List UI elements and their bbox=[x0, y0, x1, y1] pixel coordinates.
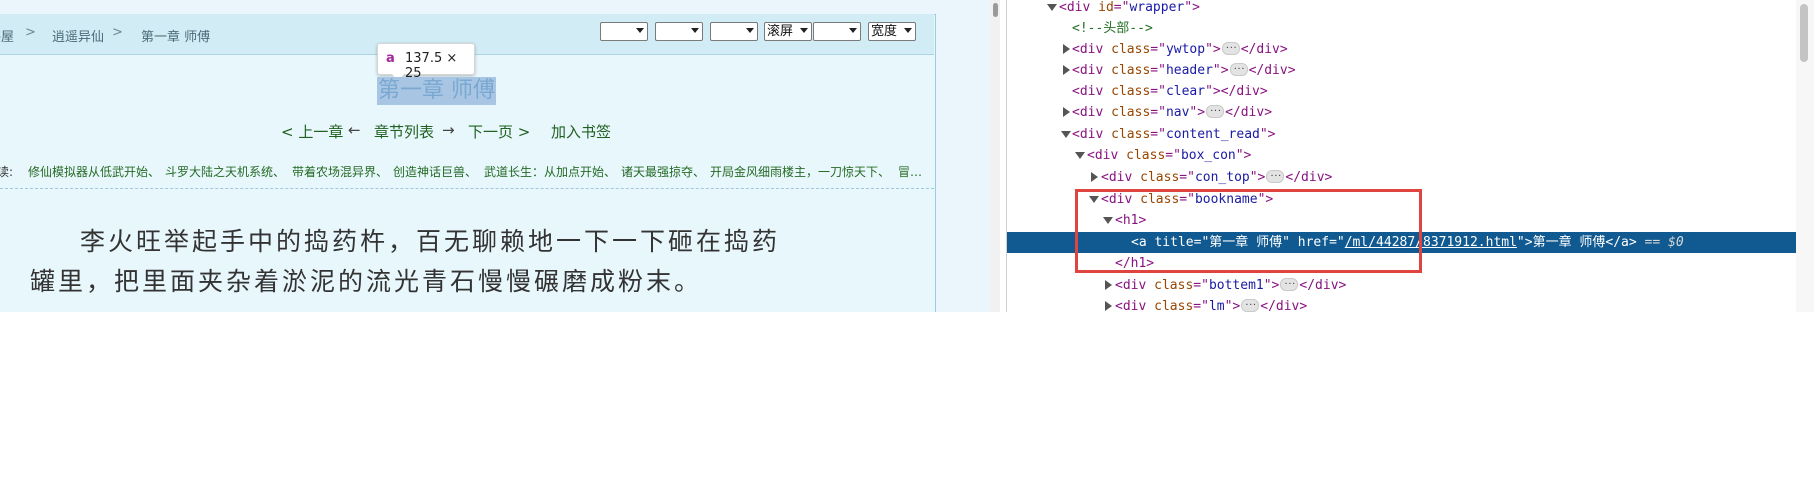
next-page-link[interactable]: 下一页 > bbox=[468, 121, 530, 142]
collapsed-triangle-icon[interactable] bbox=[1091, 172, 1098, 182]
add-bookmark-link[interactable]: 加入书签 bbox=[551, 121, 611, 142]
recommend-link[interactable]: 创造神话巨兽、 bbox=[393, 163, 477, 180]
arrow-left-glyph: ← bbox=[348, 121, 361, 139]
dom-node-row[interactable]: <div class="lm"> ··· </div> bbox=[1007, 296, 1797, 317]
chevron-down-icon bbox=[800, 28, 808, 33]
dom-node-row[interactable]: <div class="nav"> ··· </div> bbox=[1007, 102, 1797, 123]
expanded-triangle-icon[interactable] bbox=[1061, 131, 1071, 138]
text-node: 第一章 师傅 bbox=[1532, 235, 1606, 250]
collapsed-triangle-icon[interactable] bbox=[1105, 280, 1112, 290]
width-select[interactable]: 宽度 bbox=[868, 22, 916, 41]
dom-node-row[interactable]: <div class="ywtop"> ··· </div> bbox=[1007, 39, 1797, 60]
chapter-title[interactable]: 第一章 师傅 bbox=[377, 77, 496, 105]
content-line-1: 李火旺举起手中的捣药杵，百无聊赖地一下一下砸在捣药 bbox=[80, 227, 781, 256]
recommend-link[interactable]: 武道长生：从加点开始、 bbox=[484, 163, 616, 180]
scroll-select[interactable]: 滚屏 bbox=[764, 22, 812, 41]
ellipsis-icon[interactable]: ··· bbox=[1280, 278, 1299, 291]
dollar-zero-ref: == $0 bbox=[1644, 235, 1684, 250]
dom-node-row[interactable]: <div class="content_read"> bbox=[1007, 124, 1797, 145]
recommend-link[interactable]: 斗罗大陆之天机系统、 bbox=[165, 163, 285, 180]
breadcrumb-separator: > bbox=[25, 25, 36, 40]
collapsed-triangle-icon[interactable] bbox=[1063, 107, 1070, 117]
font-color-select[interactable] bbox=[655, 22, 703, 41]
attr-value: content_read bbox=[1165, 127, 1260, 142]
element-size-tooltip: a 137.5 × 25 bbox=[377, 43, 475, 81]
width-select-value: 宽度 bbox=[871, 24, 898, 39]
attr-value: con_top bbox=[1194, 170, 1250, 185]
breadcrumb-separator: > bbox=[112, 25, 123, 40]
recommend-link[interactable]: 开局金风细雨楼主，一刀惊天下、 bbox=[710, 163, 890, 180]
dom-node-row[interactable]: <div class="con_top"> ··· </div> bbox=[1007, 167, 1797, 188]
ellipsis-icon[interactable]: ··· bbox=[1241, 299, 1260, 312]
page-scrollbar[interactable] bbox=[990, 0, 1000, 312]
annotation-highlight-box bbox=[1075, 189, 1422, 273]
attr-value: ywtop bbox=[1165, 42, 1206, 57]
bg-color-select[interactable] bbox=[600, 22, 648, 41]
expanded-triangle-icon[interactable] bbox=[1047, 4, 1057, 11]
breadcrumb-home[interactable]: 书屋 bbox=[0, 26, 14, 45]
chevron-down-icon bbox=[636, 28, 644, 33]
attr-value: nav bbox=[1165, 105, 1190, 120]
dom-node-row[interactable]: <!--头部--> bbox=[1007, 18, 1797, 39]
dom-node-row[interactable]: <div id="wrapper"> bbox=[1007, 0, 1797, 18]
ellipsis-icon[interactable]: ··· bbox=[1206, 105, 1225, 118]
attr-value: box_con bbox=[1180, 148, 1236, 163]
dom-node-row[interactable]: <div class="bottem1"> ··· </div> bbox=[1007, 275, 1797, 296]
comment-node: <!--头部--> bbox=[1072, 21, 1153, 36]
dom-node-row[interactable]: <div class="box_con"> bbox=[1007, 145, 1797, 166]
prev-chapter-link[interactable]: < 上一章 bbox=[281, 121, 343, 142]
recommend-link[interactable]: 冒… bbox=[898, 163, 922, 180]
collapsed-triangle-icon[interactable] bbox=[1105, 301, 1112, 311]
recommend-link[interactable]: 带着农场混异界、 bbox=[292, 163, 388, 180]
ellipsis-icon[interactable]: ··· bbox=[1221, 42, 1240, 55]
content-line-2: 罐里，把里面夹杂着淤泥的流光青石慢慢碾磨成粉末。 bbox=[30, 267, 703, 296]
tooltip-tag: a bbox=[386, 51, 395, 66]
more-options-icon[interactable]: ··· bbox=[1013, 470, 1035, 491]
breadcrumb-chapter[interactable]: 第一章 师傅 bbox=[141, 26, 210, 45]
expanded-triangle-icon[interactable] bbox=[1075, 152, 1085, 159]
attr-value: clear bbox=[1165, 84, 1206, 99]
collapsed-triangle-icon[interactable] bbox=[1063, 44, 1070, 54]
attr-value: header bbox=[1165, 63, 1213, 78]
recommend-link[interactable]: 诸天最强掠夺、 bbox=[621, 163, 705, 180]
ellipsis-icon[interactable]: ··· bbox=[1266, 170, 1285, 183]
chevron-down-icon bbox=[746, 28, 754, 33]
recommend-link[interactable]: 修仙模拟器从低武开始、 bbox=[28, 163, 160, 180]
arrow-right-glyph: → bbox=[442, 121, 455, 139]
breadcrumb-book[interactable]: 逍遥异仙 bbox=[52, 26, 104, 45]
collapsed-triangle-icon[interactable] bbox=[1063, 65, 1070, 75]
chevron-down-icon bbox=[904, 28, 912, 33]
attr-value: bottem1 bbox=[1208, 278, 1264, 293]
page-scrollbar-thumb[interactable] bbox=[993, 3, 998, 17]
dom-node-row[interactable]: <div class="clear"></div> bbox=[1007, 81, 1797, 102]
scroll-select-value: 滚屏 bbox=[767, 24, 794, 39]
recommend-label: 读: bbox=[0, 165, 14, 179]
dom-node-row[interactable]: <div class="header"> ··· </div> bbox=[1007, 60, 1797, 81]
rendered-page: 书屋 > 逍遥异仙 > 第一章 师傅 滚屏 宽度 a 137.5 × 25 第一… bbox=[0, 0, 1000, 312]
chevron-down-icon bbox=[849, 28, 857, 33]
devtools-scrollbar-thumb[interactable] bbox=[1800, 4, 1808, 62]
chevron-down-icon bbox=[691, 28, 699, 33]
ellipsis-icon[interactable]: ··· bbox=[1229, 63, 1248, 76]
font-size-select[interactable] bbox=[710, 22, 758, 41]
attr-value: wrapper bbox=[1129, 0, 1185, 15]
line-height-select[interactable] bbox=[813, 22, 861, 41]
toc-link[interactable]: 章节列表 bbox=[374, 121, 434, 142]
